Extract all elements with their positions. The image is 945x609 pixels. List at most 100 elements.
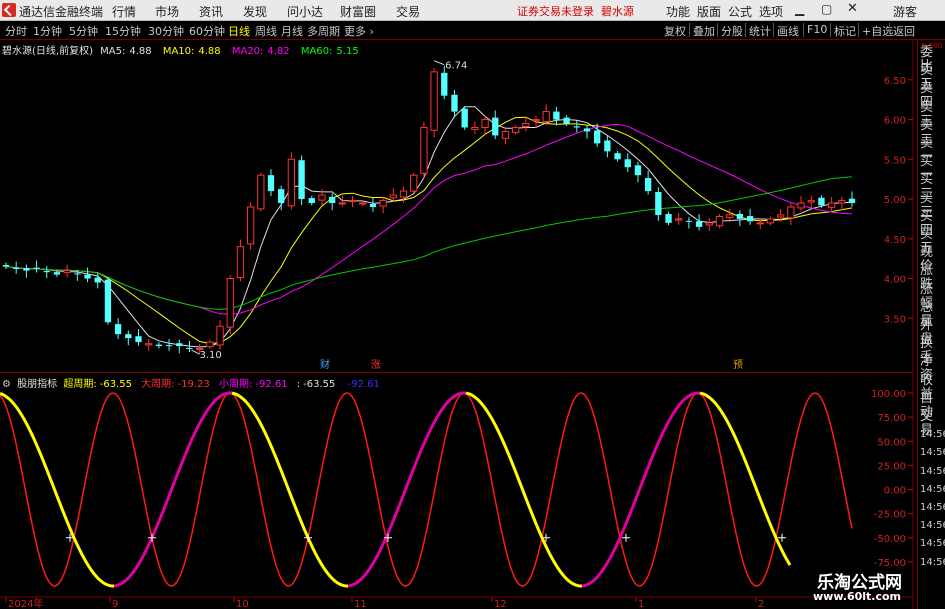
period-toolbar: 分时 1分钟 5分钟 15分钟 30分钟 60分钟 日线 周线 月线 多周期 更… — [0, 21, 945, 40]
candle-body — [542, 111, 550, 122]
toolbar-button[interactable]: 复权 — [664, 23, 686, 39]
low-label: 3.10 — [199, 350, 221, 361]
candle-body — [766, 218, 775, 224]
x-tick-label: 11 — [354, 599, 367, 609]
ma10-legend: MA10: 4.88 — [162, 46, 221, 57]
y-tick-label: 75.00 — [877, 413, 906, 424]
toolbar-button[interactable]: 画线 — [777, 23, 799, 39]
candle-body — [655, 192, 662, 215]
restore-icon[interactable]: ▢ — [821, 2, 832, 16]
candle-body — [165, 345, 173, 347]
candle-body — [420, 126, 428, 174]
period-tab[interactable]: 15分钟 — [105, 23, 141, 39]
event-marker: 财 — [320, 358, 330, 371]
indicator-series: -92.61 — [347, 379, 380, 390]
candle-body — [797, 202, 805, 209]
candle-body — [787, 206, 795, 219]
ma10-line — [5, 116, 853, 345]
menu-trade[interactable]: 交易 — [396, 3, 420, 20]
x-tick-label: 2024年 — [8, 597, 43, 609]
candle-body — [818, 197, 825, 206]
menu-options[interactable]: 选项 — [759, 3, 783, 20]
ma5-line — [5, 106, 852, 348]
period-tab[interactable]: 多周期 — [307, 23, 340, 39]
candle-body — [33, 267, 40, 269]
period-tab[interactable]: 周线 — [255, 23, 277, 39]
super-cycle-line — [231, 391, 348, 588]
candle-body — [501, 130, 510, 139]
period-tab[interactable]: 5分钟 — [69, 23, 98, 39]
back-button[interactable]: 返回 — [893, 23, 915, 39]
indicator-chart[interactable]: 100.0075.0050.0025.000.00-25.00-50.00-75… — [0, 373, 915, 609]
candle-body — [807, 200, 815, 203]
candle-body — [94, 277, 101, 283]
ma20-line — [5, 123, 853, 315]
candle-body — [359, 202, 367, 205]
y-tick-label: 4.50 — [884, 235, 906, 246]
candle-body — [246, 206, 255, 245]
candle-body — [216, 325, 224, 346]
candle-body — [63, 270, 71, 274]
period-tab[interactable]: 30分钟 — [148, 23, 184, 39]
y-tick-label: 6.50 — [884, 76, 906, 87]
big-cycle-line — [0, 392, 853, 587]
candle-body — [430, 71, 438, 131]
menu-layout[interactable]: 版面 — [697, 3, 721, 20]
super-cycle-line — [581, 391, 701, 588]
toolbar-button[interactable]: F10 — [807, 23, 827, 36]
candle-body — [756, 222, 764, 225]
chart-title: 碧水源(日线,前复权) — [2, 46, 93, 57]
side-item[interactable]: 14:56 — [920, 483, 945, 497]
side-item[interactable]: 14:56 — [920, 465, 945, 479]
toolbar-button[interactable]: 统计 — [749, 23, 771, 39]
indicator-series: 小周期: -92.61 — [218, 379, 288, 390]
candle-body — [74, 273, 81, 275]
side-item[interactable]: 14:56 — [920, 519, 945, 533]
side-item[interactable]: 14:56 — [920, 537, 945, 551]
candle-body — [471, 126, 479, 130]
period-tab-daily[interactable]: 日线 — [228, 23, 250, 39]
candle-body — [563, 117, 570, 124]
menu-discover[interactable]: 发现 — [243, 3, 267, 20]
y-tick-label: 5.50 — [884, 155, 906, 166]
minimize-icon[interactable]: ▁ — [795, 2, 804, 16]
super-cycle-line — [347, 391, 467, 588]
side-item[interactable]: 14:56 — [920, 446, 945, 460]
period-tab[interactable]: 1分钟 — [33, 23, 62, 39]
menu-market[interactable]: 市场 — [155, 3, 179, 20]
app-logo-icon — [2, 3, 16, 17]
indicator-series: 大周期: -19.23 — [141, 379, 210, 390]
candle-body — [594, 130, 601, 144]
menu-formula[interactable]: 公式 — [728, 3, 752, 20]
more-periods[interactable]: 更多 › — [344, 23, 374, 39]
chevron-right-icon: › — [369, 25, 374, 38]
candle-body — [155, 344, 163, 347]
toolbar-button[interactable]: 标记 — [834, 23, 856, 39]
period-tab[interactable]: 分时 — [5, 23, 27, 39]
candle-body — [481, 119, 489, 128]
candle-body — [84, 274, 91, 279]
indicator-gear-icon[interactable]: ⚙ — [2, 379, 11, 390]
close-icon[interactable]: ✕ — [847, 1, 858, 16]
toolbar-button[interactable]: 分股 — [721, 23, 743, 39]
menu-quotes[interactable]: 行情 — [112, 3, 136, 20]
side-item[interactable]: 14:56 — [920, 428, 945, 442]
period-tab[interactable]: 60分钟 — [189, 23, 225, 39]
candle-body — [695, 221, 703, 227]
side-item[interactable]: 14:56 — [920, 501, 945, 515]
candlestick-chart[interactable]: 6.50 6.00 5.50 5.00 4.50 4.00 3.50 6.74 3.10 财 涨 预 — [0, 40, 915, 373]
x-tick-label: 2 — [758, 599, 764, 609]
candle-body — [827, 202, 836, 208]
toolbar-button[interactable]: 叠加 — [693, 23, 715, 39]
candle-body — [104, 279, 112, 323]
menu-news[interactable]: 资讯 — [199, 3, 223, 20]
period-tab[interactable]: 月线 — [281, 23, 303, 39]
guest-label[interactable]: 游客 — [893, 3, 917, 20]
candle-body — [236, 246, 245, 279]
indicator-legend: ⚙ 股朋指标 超周期: -63.55 大周期: -19.23 小周期: -92.61 … — [2, 375, 386, 390]
menu-wealth[interactable]: 财富圈 — [340, 3, 376, 20]
candle-body — [573, 126, 580, 128]
menu-ask[interactable]: 问小达 — [287, 3, 323, 20]
login-status[interactable]: 证券交易未登录 碧水源 — [517, 3, 634, 19]
menu-function[interactable]: 功能 — [666, 3, 690, 20]
